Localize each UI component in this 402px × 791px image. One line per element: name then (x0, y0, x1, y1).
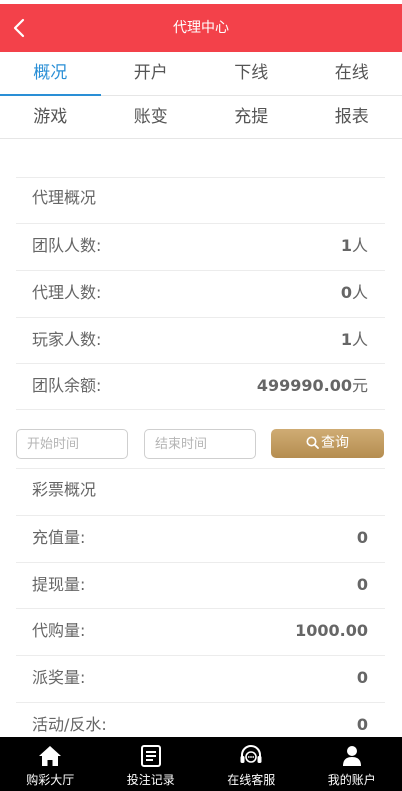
end-time-input[interactable] (144, 429, 256, 459)
list-icon (140, 745, 161, 767)
lottery-overview-heading: 彩票概况 (16, 468, 385, 515)
tab-account-changes[interactable]: 账变 (101, 97, 202, 138)
user-icon (342, 746, 361, 766)
nav-customer-service[interactable]: 在线客服 (201, 737, 302, 791)
stat-row-purchase: 代购量: 1000.00 (16, 608, 385, 655)
stat-row-player-count: 玩家人数: 1人 (16, 317, 385, 363)
headset-icon (240, 745, 262, 763)
stat-value: 1人 (340, 330, 368, 349)
start-time-input[interactable] (16, 429, 128, 459)
stat-row-agent-count: 代理人数: 0人 (16, 270, 385, 317)
home-icon (39, 746, 62, 766)
nav-lottery-hall[interactable]: 购彩大厅 (0, 737, 101, 791)
stat-value: 0人 (340, 283, 368, 302)
stat-value: 0 (356, 575, 368, 594)
agent-overview-heading: 代理概况 (16, 177, 385, 223)
stat-value: 499990.00元 (256, 376, 368, 395)
nav-my-account[interactable]: 我的账户 (302, 737, 402, 791)
app-header: 代理中心 (0, 4, 402, 52)
stat-row-team-balance: 团队余额: 499990.00元 (16, 363, 385, 410)
nav-bet-records[interactable]: 投注记录 (101, 737, 202, 791)
bottom-nav: 购彩大厅 投注记录 在线客服 我的账户 (0, 737, 402, 791)
stat-row-team-members: 团队人数: 1人 (16, 223, 385, 270)
page-title: 代理中心 (173, 20, 229, 36)
stat-row-withdraw: 提现量: 0 (16, 562, 385, 608)
stat-row-rebate: 活动/反水: 0 (16, 702, 385, 737)
tab-bar-primary: 概况 开户 下线 在线 (0, 52, 402, 96)
stat-value: 1000.00 (295, 621, 368, 640)
stat-row-deposit: 充值量: 0 (16, 515, 385, 562)
query-button[interactable]: 查询 (271, 429, 384, 458)
stat-row-payout: 派奖量: 0 (16, 655, 385, 702)
stat-value: 1人 (340, 236, 368, 255)
tab-bar-secondary: 游戏 账变 充提 报表 (0, 97, 402, 139)
tab-reports[interactable]: 报表 (302, 97, 402, 138)
tab-games[interactable]: 游戏 (0, 97, 101, 138)
search-icon (306, 436, 319, 449)
tab-online[interactable]: 在线 (302, 52, 402, 95)
stat-value: 0 (356, 528, 368, 547)
stat-value: 0 (356, 668, 368, 687)
tab-downline[interactable]: 下线 (201, 52, 302, 95)
date-filter: 查询 (16, 428, 385, 460)
tab-overview[interactable]: 概况 (0, 52, 101, 96)
tab-open-account[interactable]: 开户 (101, 52, 202, 95)
tab-deposit-withdraw[interactable]: 充提 (201, 97, 302, 138)
